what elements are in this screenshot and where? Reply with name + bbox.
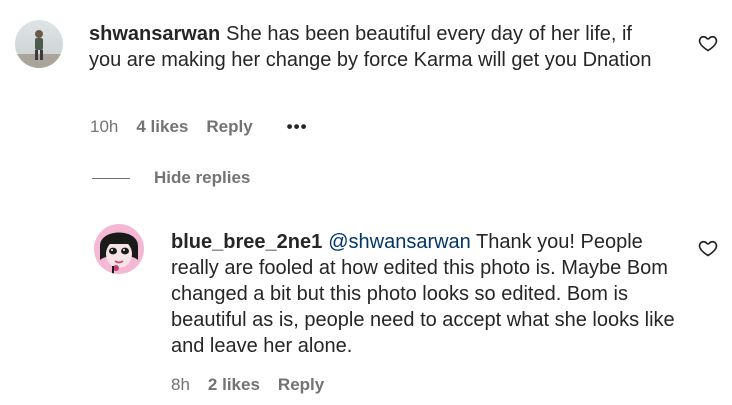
reply-comment: blue_bree_2ne1 @shwansarwan Thank you! Pe… [0,210,732,405]
reply-button[interactable]: Reply [278,375,324,395]
divider-line [92,177,130,179]
hide-replies-label: Hide replies [154,168,251,187]
heart-icon[interactable] [698,33,718,53]
reply-meta: 8h 2 likes Reply [171,374,324,396]
comment: shwansarwan She has been beautiful every … [0,0,732,150]
comment-text: shwansarwan She has been beautiful every … [89,21,669,73]
heart-icon[interactable] [698,238,718,258]
avatar-photo [15,20,63,68]
avatar[interactable] [94,224,144,274]
avatar[interactable] [15,20,63,68]
comment-username[interactable]: shwansarwan [89,23,220,45]
mention-link[interactable]: @shwansarwan [328,231,471,253]
comment-timestamp[interactable]: 10h [90,117,118,137]
comment-likes-count[interactable]: 4 likes [136,117,188,137]
avatar-illustration [94,224,144,274]
reply-username[interactable]: blue_bree_2ne1 [171,231,322,253]
more-options-icon[interactable]: ••• [287,117,308,137]
reply-button[interactable]: Reply [206,117,252,137]
comment-meta: 10h 4 likes Reply ••• [90,116,308,138]
reply-timestamp[interactable]: 8h [171,375,190,395]
hide-replies-button[interactable]: Hide replies [92,168,250,188]
reply-text: blue_bree_2ne1 @shwansarwan Thank you! Pe… [171,229,677,359]
reply-likes-count[interactable]: 2 likes [208,375,260,395]
